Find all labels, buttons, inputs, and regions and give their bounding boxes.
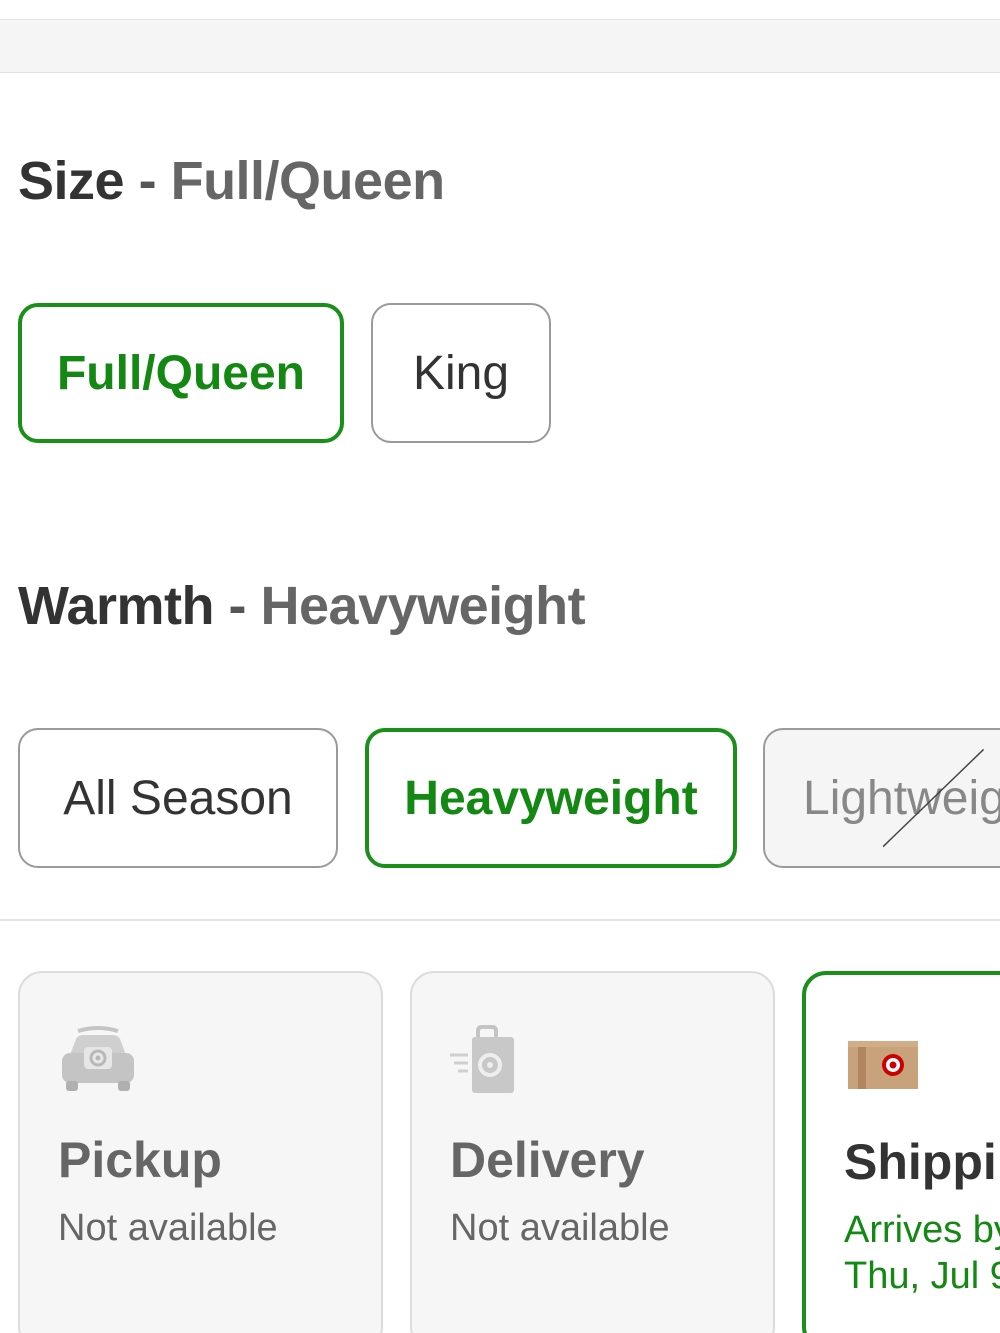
size-heading: Size - Full/Queen <box>18 150 445 212</box>
size-label: Size <box>18 151 125 211</box>
shipping-arrival-date: Thu, Jul 9 <box>844 1255 1000 1297</box>
warmth-label: Warmth <box>18 576 215 636</box>
fulfillment-status: Not available <box>58 1207 278 1249</box>
fulfillment-status: Not available <box>450 1207 670 1249</box>
fulfillment-card-pickup[interactable]: Pickup Not available <box>18 971 383 1333</box>
warmth-heading: Warmth - Heavyweight <box>18 575 586 637</box>
warmth-option-label: Lightweight <box>803 771 1000 825</box>
size-separator: - <box>138 151 157 211</box>
section-divider <box>0 919 1000 921</box>
product-variant-page: Size - Full/Queen Full/Queen King Warmth… <box>0 0 1000 1333</box>
size-option-label: Full/Queen <box>56 346 305 400</box>
warmth-separator: - <box>228 576 247 636</box>
warmth-option-label: All Season <box>63 771 293 825</box>
shipping-arrival-label: Arrives by <box>844 1209 1000 1251</box>
size-option-full-queen[interactable]: Full/Queen <box>18 303 344 443</box>
size-option-king[interactable]: King <box>371 303 551 443</box>
delivery-bag-icon <box>450 1025 530 1097</box>
fulfillment-title: Pickup <box>58 1132 222 1188</box>
size-selected-value: Full/Queen <box>170 151 446 211</box>
warmth-option-lightweight[interactable]: Lightweight <box>763 728 1000 868</box>
warmth-selected-value: Heavyweight <box>260 576 586 636</box>
warmth-option-label: Heavyweight <box>404 771 698 825</box>
fulfillment-card-shipping[interactable]: Shipping Arrives by Thu, Jul 9 <box>802 971 1000 1333</box>
shipping-box-icon <box>844 1027 924 1099</box>
top-toolbar-band <box>0 19 1000 73</box>
warmth-option-all-season[interactable]: All Season <box>18 728 338 868</box>
warmth-option-heavyweight[interactable]: Heavyweight <box>365 728 737 868</box>
size-option-label: King <box>412 346 510 400</box>
fulfillment-title: Shipping <box>844 1134 1000 1190</box>
fulfillment-title: Delivery <box>450 1132 645 1188</box>
fulfillment-card-delivery[interactable]: Delivery Not available <box>410 971 775 1333</box>
fulfillment-status: Arrives by Thu, Jul 9 <box>844 1207 1000 1299</box>
pickup-car-icon <box>58 1025 138 1097</box>
